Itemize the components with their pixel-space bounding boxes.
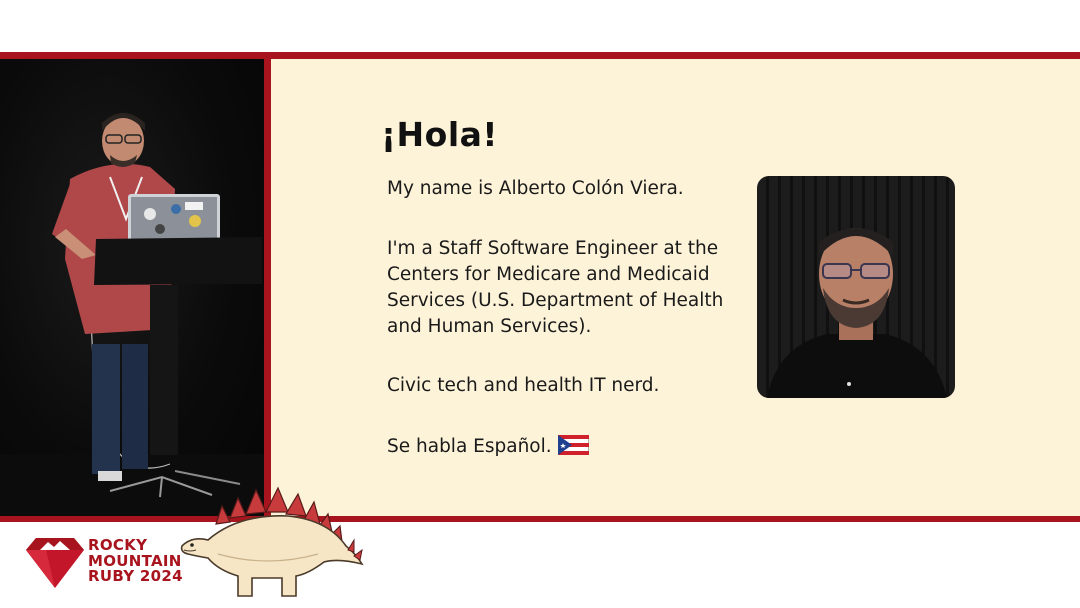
slide-paragraph-name: My name is Alberto Colón Viera.	[387, 178, 684, 199]
ruby-mountain-gem-icon	[26, 538, 84, 588]
puerto-rico-flag-icon	[557, 434, 590, 463]
conference-logo-text: ROCKY MOUNTAIN RUBY 2024	[88, 537, 183, 585]
logo-line-3: RUBY 2024	[88, 567, 183, 585]
language-text: Se habla Español.	[387, 436, 552, 457]
slide-paragraph-job: I'm a Staff Software Engineer at the Cen…	[387, 238, 724, 337]
presentation-slide: ¡Hola! My name is Alberto Colón Viera. I…	[271, 59, 1080, 516]
speaker-photo	[757, 176, 955, 398]
slide-heading: ¡Hola!	[381, 115, 498, 154]
slide-paragraph-language: Se habla Español.	[387, 434, 590, 463]
speaker-at-podium-image	[0, 113, 264, 516]
top-letterbox	[0, 0, 1080, 52]
stegosaurus-mascot-icon	[178, 484, 364, 602]
speaker-video-feed	[0, 59, 264, 516]
slide-paragraph-civic: Civic tech and health IT nerd.	[387, 375, 660, 396]
